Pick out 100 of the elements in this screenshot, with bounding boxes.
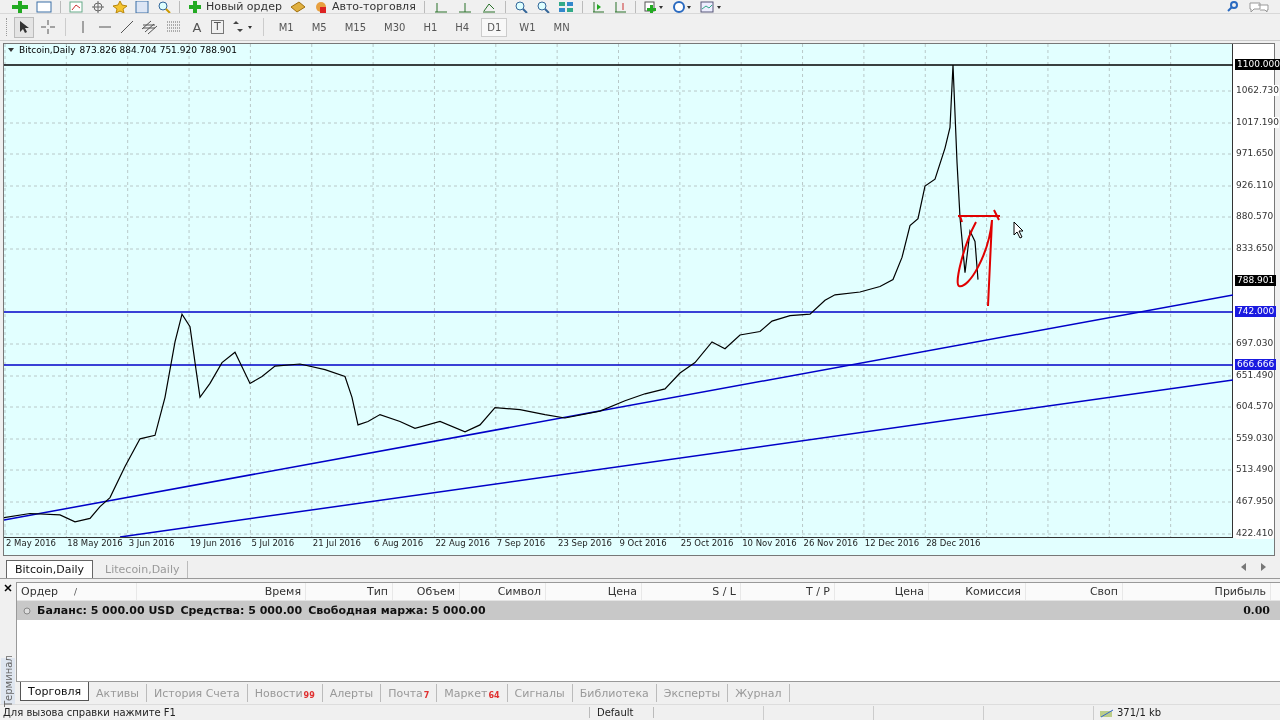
collapse-icon[interactable] [7, 46, 15, 54]
traffic-text: 371/1 kb [1117, 707, 1162, 718]
price-label: 513.490 [1236, 464, 1274, 475]
zoom-in-icon[interactable] [513, 0, 528, 13]
date-label: 22 Aug 2016 [435, 538, 490, 548]
star-icon[interactable] [113, 0, 127, 13]
date-label: 2 May 2016 [6, 538, 57, 548]
column-header[interactable]: Время [137, 583, 306, 600]
terminal-tab[interactable]: Торговля [20, 682, 90, 701]
timeframe-button[interactable]: M1 [272, 17, 300, 37]
date-label: 6 Aug 2016 [374, 538, 424, 548]
price-label: 880.570 [1236, 211, 1274, 222]
column-header-label: Цена [894, 585, 924, 598]
chart-tab[interactable]: Bitcoin,Daily [6, 560, 94, 578]
scroll-chart-icon[interactable] [590, 0, 605, 13]
add-icon[interactable] [12, 0, 28, 13]
timeframe-button[interactable]: D1 [481, 17, 508, 37]
chart-ohlc: 873.826 884.704 751.920 788.901 [79, 45, 237, 55]
column-header[interactable]: Ордер / [17, 583, 137, 600]
column-header-label: Тип [366, 585, 388, 598]
mouse-cursor-icon [1013, 221, 1025, 239]
balance-text: Баланс: 5 000.00 USD [37, 604, 175, 617]
price-label: 604.570 [1236, 401, 1274, 412]
chat-icon[interactable] [1248, 0, 1270, 13]
column-header[interactable]: Тип [306, 583, 393, 600]
zoom-icon[interactable] [157, 0, 171, 13]
date-label: 23 Sep 2016 [558, 538, 612, 548]
status-icon [23, 606, 31, 615]
column-header[interactable]: Объем [393, 583, 460, 600]
column-header[interactable]: Цена [835, 583, 929, 600]
chart-icon[interactable] [69, 0, 83, 13]
column-header-label: S / L [712, 585, 736, 598]
date-label: 5 Jul 2016 [251, 538, 295, 548]
clock-icon[interactable] [671, 0, 692, 13]
column-header-label: Цена [607, 585, 637, 598]
templates-icon[interactable] [699, 0, 722, 13]
price-label: 1062.730 [1236, 85, 1279, 96]
timeframe-button[interactable]: MN [547, 17, 576, 37]
date-label: 21 Jul 2016 [312, 538, 361, 548]
terminal-tab[interactable]: Почта 7 [381, 684, 438, 702]
column-header-label: Прибыль [1214, 585, 1266, 598]
close-icon[interactable] [4, 584, 12, 592]
column-header[interactable]: T / P [741, 583, 835, 600]
chart-shift-icon[interactable] [612, 0, 627, 13]
column-header-label: Символ [497, 585, 541, 598]
help-text: Для вызова справки нажмите F1 [0, 707, 590, 718]
trend-line[interactable] [119, 379, 1233, 537]
window-icon[interactable] [36, 0, 52, 13]
search-icon[interactable] [1226, 0, 1240, 13]
column-header-label: Время [264, 585, 301, 598]
column-header-label: Ордер [21, 585, 58, 598]
column-header-label: T / P [805, 585, 830, 598]
date-label: 12 Dec 2016 [864, 538, 920, 548]
terminal-tab[interactable]: Новости 99 [247, 684, 323, 702]
zoom-out-icon[interactable] [535, 0, 550, 13]
crosshair-icon[interactable] [91, 0, 105, 13]
cursor-icon [18, 20, 30, 34]
count-label: 7 [423, 691, 430, 700]
column-header[interactable]: Символ [460, 583, 546, 600]
label-tool-button[interactable]: T [211, 20, 224, 34]
column-header[interactable]: S / L [642, 583, 741, 600]
timeframe-button[interactable]: H4 [449, 17, 476, 37]
price-label: 422.410 [1236, 528, 1274, 539]
fibonacci-icon[interactable] [165, 19, 183, 35]
trend-line-icon[interactable] [119, 19, 135, 35]
timeframe-button[interactable]: M15 [338, 17, 373, 37]
column-header-label: Комиссия [965, 585, 1021, 598]
timeframe-button[interactable]: M5 [305, 17, 333, 37]
date-label: 9 Oct 2016 [619, 538, 667, 548]
scroll-right-icon[interactable] [1258, 562, 1268, 572]
price-label: 467.950 [1236, 496, 1274, 507]
autotrading-button[interactable]: Авто-торговля [313, 0, 416, 13]
sort-mark: / [74, 586, 78, 597]
indicators-icon[interactable] [643, 0, 664, 13]
profile-name: Default [590, 707, 654, 718]
price-tag: 666.666 [1235, 359, 1277, 370]
scroll-left-icon[interactable] [1239, 562, 1249, 572]
timeframe-button[interactable]: H1 [417, 17, 444, 37]
column-header[interactable]: Комиссия [929, 583, 1026, 600]
cursor-button[interactable] [14, 16, 34, 38]
date-label: 7 Sep 2016 [496, 538, 546, 548]
timeframe-button[interactable]: M30 [378, 17, 412, 37]
column-header[interactable]: Своп [1026, 583, 1123, 600]
date-label: 28 Dec 2016 [926, 538, 981, 548]
price-label: 833.650 [1236, 243, 1274, 254]
panel-icon[interactable] [135, 0, 149, 13]
timeframe-button[interactable]: W1 [513, 17, 542, 37]
new-order-button[interactable]: Новый ордер [188, 0, 282, 13]
column-header-label: Объем [416, 585, 455, 598]
channel-icon[interactable] [141, 19, 159, 35]
tile-windows-icon[interactable] [557, 0, 574, 13]
connection-icon [1100, 707, 1114, 718]
column-header[interactable]: Прибыль [1123, 583, 1271, 600]
column-header[interactable]: Цена [546, 583, 642, 600]
balance-text: Свободная маржа: 5 000.00 [308, 604, 486, 617]
text-tool-button[interactable]: A [189, 19, 205, 35]
crosshair-icon[interactable] [40, 19, 56, 35]
terminal-tab[interactable]: Маркет 64 [437, 684, 508, 702]
balance-text: Средства: 5 000.00 [180, 604, 303, 617]
price-tag: 1100.000 [1235, 59, 1280, 70]
